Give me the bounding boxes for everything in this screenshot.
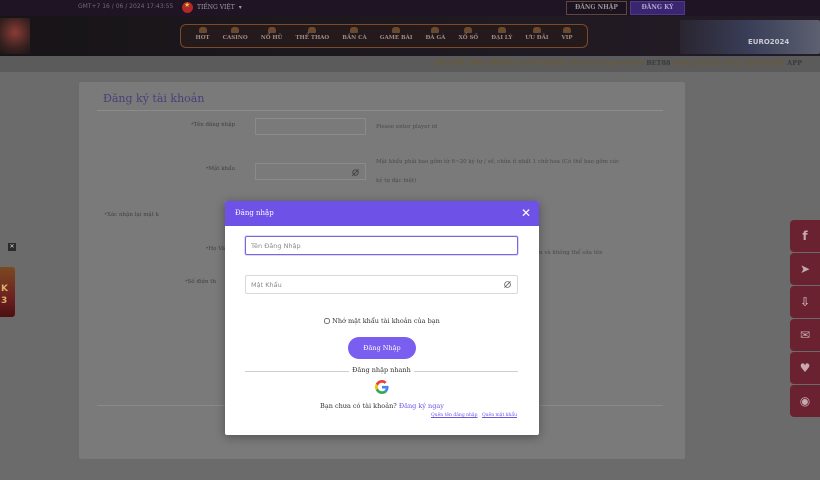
remember-checkbox[interactable] — [324, 318, 331, 324]
nav-item-hot[interactable]: HOT — [196, 27, 210, 41]
telegram-icon[interactable]: ➤ — [790, 253, 820, 285]
datetime: GMT+7 16 / 06 / 2024 17:43:55 — [78, 3, 174, 10]
announcement-brand: BET88 — [646, 59, 671, 67]
quick-login-text: Đăng nhập nhanh — [245, 366, 518, 374]
username-label: *Tên đăng nhập — [95, 122, 235, 128]
modal-title: Đăng nhập — [235, 209, 274, 217]
nav-item-the-thao[interactable]: THỂ THAO — [295, 27, 329, 41]
phone-label-text: Số điện th — [187, 279, 216, 285]
announcement-part: không thành công, vui lòng tải — [670, 59, 788, 67]
forgot-links: Quên tên đăng nhập Quên mật khẩu — [428, 413, 517, 418]
confirm-password-label-text: Xác nhận lại mật k — [106, 212, 159, 218]
announcement-app: APP — [787, 59, 802, 67]
modal-login-button[interactable]: Đăng Nhập — [348, 337, 416, 359]
header: HOT CASINO NỔ HŨ THỂ THAO BẮN CÁ GAME BÀ… — [0, 16, 820, 56]
forgot-password-link[interactable]: Quên mật khẩu — [482, 413, 517, 418]
phone-label: *Số điện th — [76, 279, 216, 285]
nav-item-da-ga[interactable]: ĐÁ GÀ — [425, 27, 445, 41]
announcement-part: TẢI APP 100% KHÔNG LO BỊ CHẶN, Khi truy … — [433, 59, 647, 67]
password-input[interactable] — [245, 275, 518, 294]
no-account-text: Bạn chưa có tài khoản? Đăng ký ngay — [225, 402, 539, 410]
fullname-label-text: Họ Và — [208, 246, 225, 252]
nav-item-dai-ly[interactable]: ĐẠI LÝ — [491, 27, 512, 41]
confirm-password-label: *Xác nhận lại mật k — [19, 212, 159, 218]
password-hint: Mật khẩu phải bao gồm từ 6~20 ký tự / số… — [376, 159, 620, 165]
player-image — [0, 18, 30, 54]
register-now-link[interactable]: Đăng ký ngay — [399, 402, 444, 410]
nav-item-uu-dai[interactable]: ƯU ĐÃI — [525, 27, 548, 41]
left-promo[interactable]: ✕ K 3 — [0, 243, 17, 318]
facebook-icon[interactable]: f — [790, 220, 820, 252]
password-field-bg[interactable] — [255, 163, 366, 180]
nav-item-no-hu[interactable]: NỔ HŨ — [261, 27, 282, 41]
username-label-text: Tên đăng nhập — [193, 122, 235, 128]
gift-icon[interactable]: ✉ — [790, 319, 820, 351]
nav-item-ban-ca[interactable]: BẮN CÁ — [342, 27, 367, 41]
quick-login-divider: Đăng nhập nhanh — [245, 366, 518, 376]
promo-letters: K 3 — [1, 284, 8, 306]
language-selector[interactable]: TIẾNG VIỆT ▾ — [182, 1, 242, 14]
divider — [97, 110, 663, 111]
no-account-label: Bạn chưa có tài khoản? — [320, 402, 397, 410]
google-icon[interactable] — [375, 380, 389, 394]
language-label: TIẾNG VIỆT — [197, 4, 235, 11]
support-icon[interactable]: ◉ — [790, 385, 820, 417]
heart-icon[interactable]: ♥ — [790, 352, 820, 384]
euro-banner[interactable]: EURO2024 — [680, 20, 820, 54]
euro-label: EURO2024 — [748, 38, 790, 46]
username-field-bg[interactable] — [255, 118, 366, 135]
main-nav: HOT CASINO NỔ HŨ THỂ THAO BẮN CÁ GAME BÀ… — [180, 24, 588, 48]
vietnam-flag-icon — [182, 1, 193, 13]
nav-item-vip[interactable]: VIP — [561, 27, 572, 41]
password-hint-2: ký tự đặc biệt) — [376, 178, 417, 184]
page-title: Đăng ký tài khoản — [103, 92, 205, 105]
close-icon[interactable]: ✕ — [521, 206, 531, 220]
top-bar: GMT+7 16 / 06 / 2024 17:43:55 TIẾNG VIỆT… — [0, 0, 820, 16]
fullname-label: *Họ Và — [85, 246, 225, 252]
promo-banner[interactable]: K 3 — [0, 267, 15, 317]
nav-item-game-bai[interactable]: GAME BÀI — [380, 27, 412, 41]
remember-label: Nhớ mật khẩu tài khoản của bạn — [332, 317, 440, 325]
quick-login-label: Đăng nhập nhanh — [349, 366, 414, 374]
forgot-username-link[interactable]: Quên tên đăng nhập — [431, 413, 478, 418]
login-modal: Đăng nhập ✕ Nhớ mật khẩu tài khoản của b… — [225, 201, 539, 435]
announcement-bar: TẢI APP 100% KHÔNG LO BỊ CHẶN, Khi truy … — [0, 56, 820, 72]
eye-off-icon[interactable] — [351, 168, 360, 177]
login-button[interactable]: ĐĂNG NHẬP — [566, 1, 627, 15]
announcement-text: TẢI APP 100% KHÔNG LO BỊ CHẶN, Khi truy … — [434, 59, 802, 67]
nav-item-casino[interactable]: CASINO — [223, 27, 248, 41]
close-icon[interactable]: ✕ — [8, 243, 16, 251]
download-icon[interactable]: ⇩ — [790, 286, 820, 318]
username-hint: Please enter player id — [376, 124, 438, 130]
remember-me[interactable]: Nhớ mật khẩu tài khoản của bạn — [225, 317, 539, 325]
chevron-down-icon: ▾ — [238, 4, 242, 11]
password-label: *Mật khẩu — [95, 166, 235, 172]
username-input[interactable] — [245, 236, 518, 255]
eye-off-icon[interactable] — [503, 280, 512, 289]
register-button[interactable]: ĐĂNG KÝ — [630, 1, 685, 15]
nav-item-xo-so[interactable]: XỔ SỐ — [458, 27, 478, 41]
fullname-hint: n và không thể sửa tên — [539, 250, 603, 256]
modal-header: Đăng nhập ✕ — [225, 201, 539, 226]
password-label-text: Mật khẩu — [208, 166, 235, 172]
